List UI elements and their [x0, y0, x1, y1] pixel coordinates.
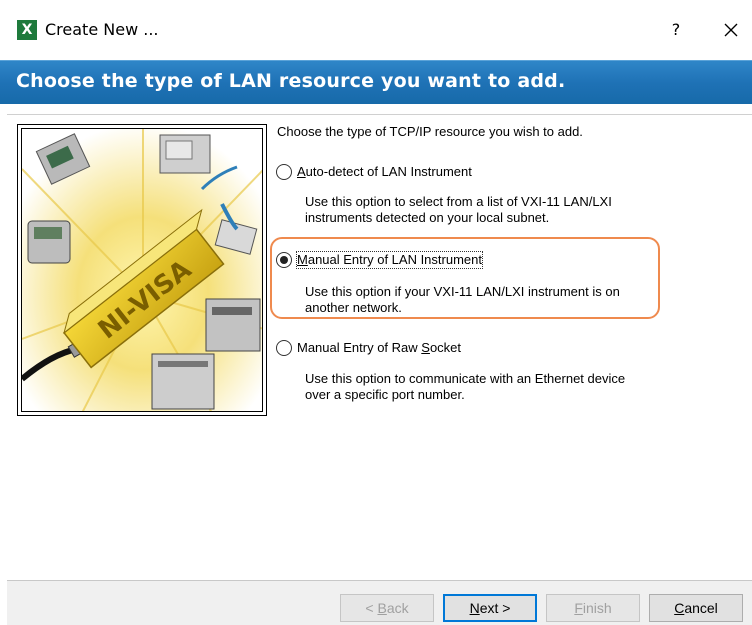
finish-button[interactable]: Finish: [546, 594, 640, 622]
option-auto-detect-desc-1: Use this option to select from a list of…: [305, 194, 612, 209]
illustration-image: NI-VISA: [22, 129, 262, 411]
option-auto-detect-label[interactable]: Auto-detect of LAN Instrument: [297, 164, 472, 180]
app-icon: X: [17, 20, 37, 40]
radio-manual-lan[interactable]: [276, 252, 292, 268]
option-manual-lan-desc-1: Use this option if your VXI-11 LAN/LXI i…: [305, 284, 620, 299]
banner-heading: Choose the type of LAN resource you want…: [16, 70, 566, 92]
next-button[interactable]: Next >: [443, 594, 537, 622]
option-manual-lan-desc-2: another network.: [305, 300, 402, 315]
window-title: Create New ...: [45, 20, 159, 39]
option-auto-detect-desc-2: instruments detected on your local subne…: [305, 210, 550, 225]
wizard-banner: Choose the type of LAN resource you want…: [0, 60, 752, 104]
option-raw-socket-desc-2: over a specific port number.: [305, 387, 465, 402]
close-icon: [724, 23, 738, 37]
cancel-button[interactable]: Cancel: [649, 594, 743, 622]
radio-auto-detect[interactable]: [276, 164, 292, 180]
title-bar: X Create New ... ?: [0, 0, 752, 60]
help-button[interactable]: ?: [664, 18, 688, 42]
radio-raw-socket[interactable]: [276, 340, 292, 356]
close-button[interactable]: [718, 16, 744, 44]
option-raw-socket-label[interactable]: Manual Entry of Raw Socket: [297, 340, 461, 356]
option-manual-lan-label[interactable]: Manual Entry of LAN Instrument: [296, 251, 483, 269]
back-button[interactable]: < Back: [340, 594, 434, 622]
ni-visa-illustration: NI-VISA: [17, 124, 267, 416]
intro-text: Choose the type of TCP/IP resource you w…: [277, 124, 583, 139]
option-raw-socket-desc-1: Use this option to communicate with an E…: [305, 371, 626, 386]
